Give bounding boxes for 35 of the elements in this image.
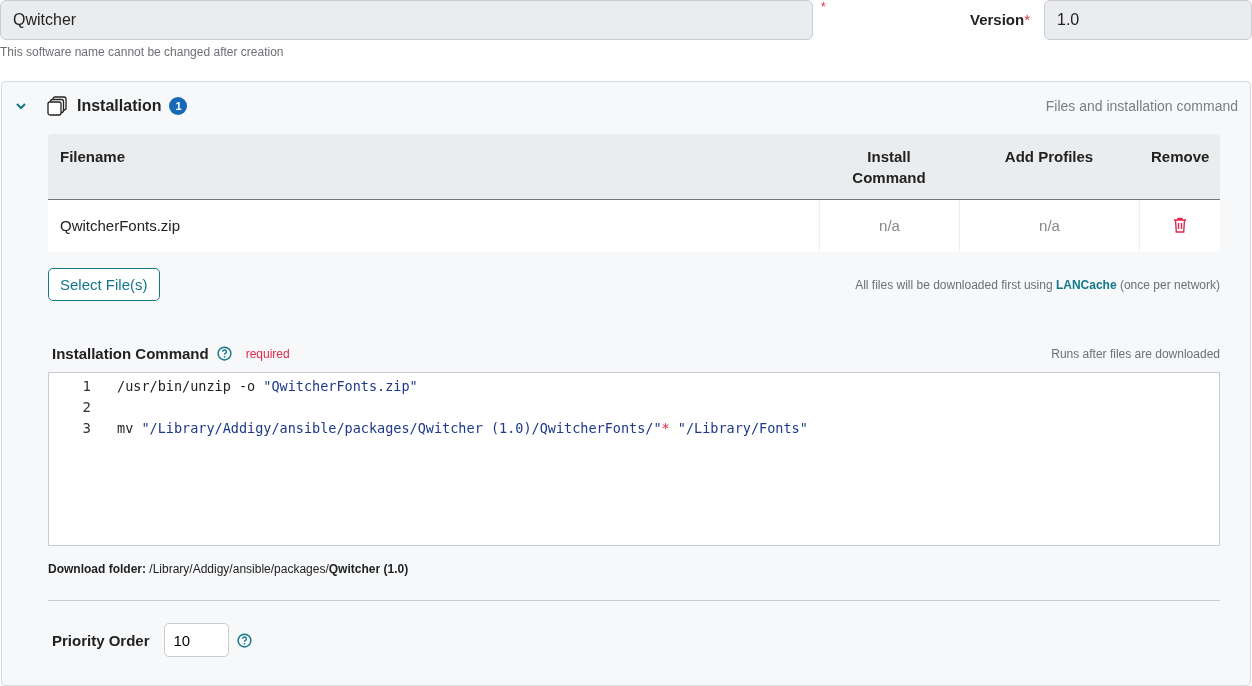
chevron-icon[interactable] [15,100,27,112]
column-header: Install Command [851,147,927,188]
filename-cell-text: QwitcherFonts.zip [59,216,182,236]
line-number: 2 [81,398,91,415]
name-field[interactable]: Qwitcher [0,0,813,40]
column-header: Add Profiles [1003,147,1095,167]
version-field[interactable]: 1.0 [1044,0,1252,40]
required-mark: * [821,0,826,14]
name-hint: This software name cannot be changed after creation [0,45,284,59]
stacked-squares-icon [47,96,67,116]
select-files-button[interactable]: Select File(s) [48,268,160,301]
version-label: Version* [969,11,1030,28]
command-note: Runs after files are downloaded [1051,346,1220,361]
help-icon[interactable] [236,632,252,648]
line-number: 1 [81,377,91,394]
priority-label: Priority Order [52,631,150,649]
column-header: Filename [59,147,127,167]
line-number: 3 [81,419,91,436]
section-subtitle: Files and installation command [1045,98,1238,114]
code-line: mv "/Library/Addigy/ansible/packages/Qwitcher (1.0)/QwitcherFonts/"* "/Library/Fonts" [117,419,808,436]
help-icon[interactable] [216,346,232,361]
code-line: /usr/bin/unzip -o "QwitcherFonts.zip" [117,377,418,394]
count-badge: 1 [169,97,188,115]
trash-icon[interactable] [1173,217,1187,233]
code-editor[interactable]: 1 /usr/bin/unzip -o "QwitcherFonts.zip" 2 3 mv "/Library/Addigy/ansible/packages/Qwitcher (1.0)/QwitcherFonts/"* "/Library/Fonts" [48,372,1220,546]
install-command-cell: n/a [819,200,959,252]
column-header: Remove [1150,147,1211,167]
command-label: Installation Command [52,345,209,362]
download-note: All files will be downloaded first using LANCache (once per network) [855,277,1220,292]
section-title: Installation [77,97,162,115]
download-folder-text: Download folder: /Library/Addigy/ansible/packages/Qwitcher (1.0) [48,562,410,576]
add-profiles-cell: n/a [959,200,1139,252]
lancache-link[interactable]: LANCache [1055,277,1117,292]
required-label: required [245,346,290,361]
priority-field[interactable]: 10 [163,623,229,657]
